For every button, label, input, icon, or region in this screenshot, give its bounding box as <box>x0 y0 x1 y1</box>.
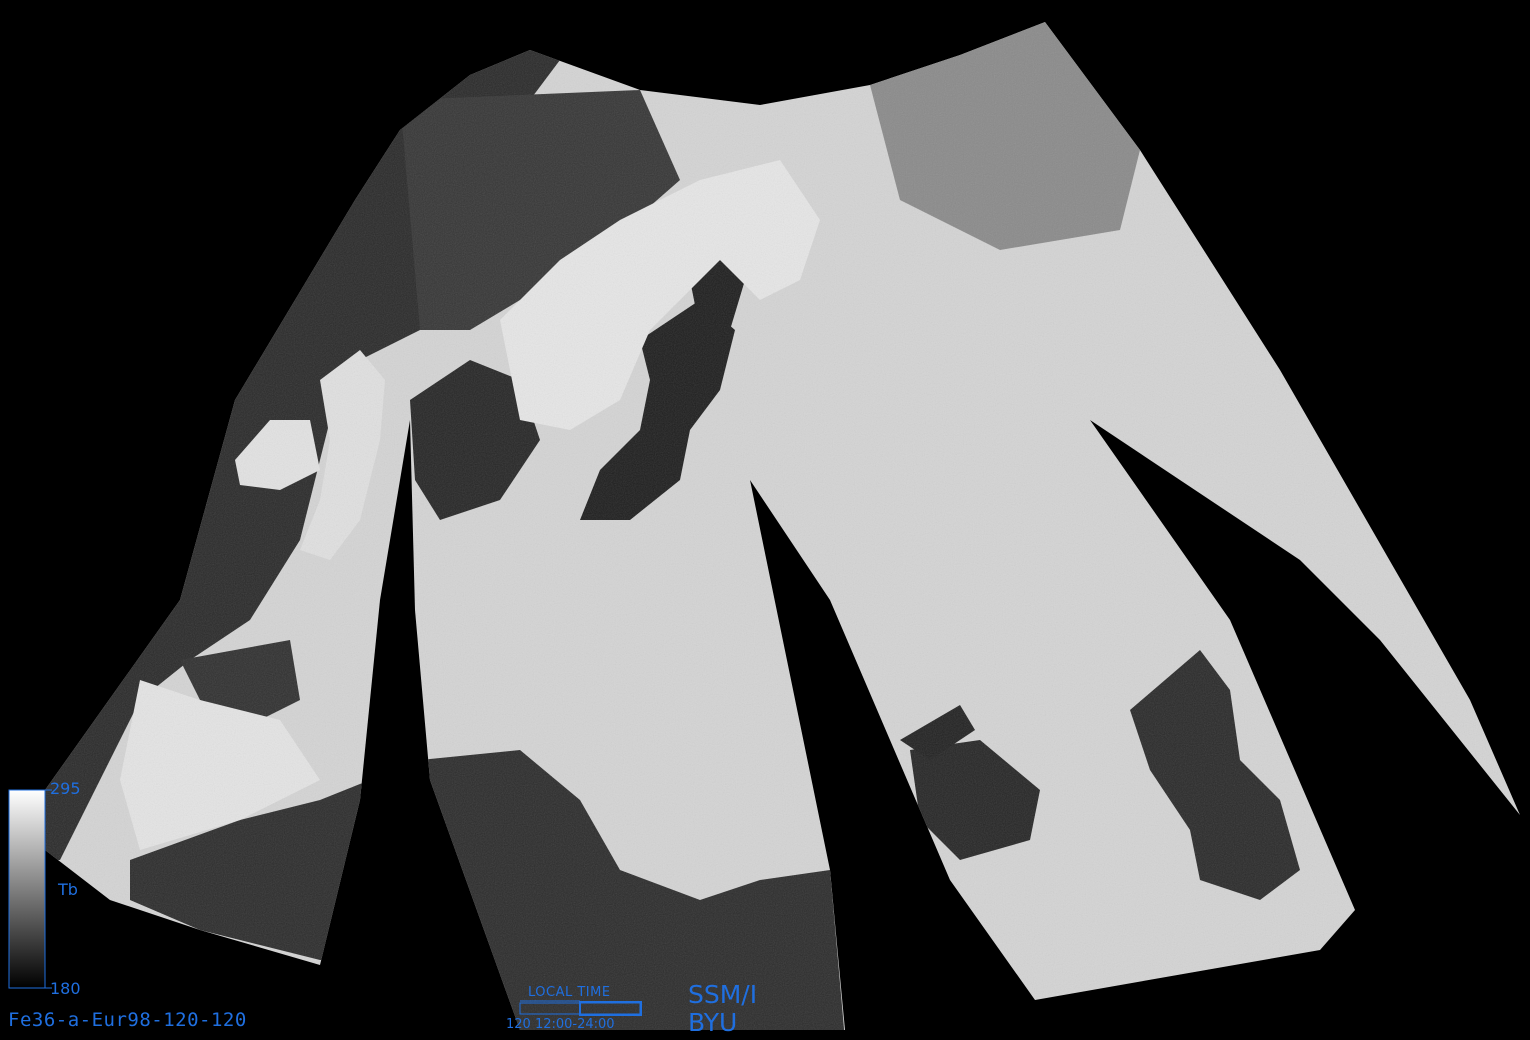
local-time-title: LOCAL TIME <box>528 985 611 1000</box>
local-time-range: 120 12:00-24:00 <box>506 1017 615 1032</box>
swath-imagery <box>45 22 1520 1030</box>
legend-min-label: 180 <box>50 979 81 998</box>
organization-label: BYU <box>688 1008 738 1037</box>
legend-max-label: 295 <box>50 779 81 798</box>
sensor-label: SSM/I <box>688 980 758 1009</box>
satellite-swath-map <box>8 22 1520 1030</box>
legend-variable-label: Tb <box>58 880 78 899</box>
product-id-label: Fe36-a-Eur98-120-120 <box>8 1009 247 1031</box>
legend-colorbar <box>8 789 46 989</box>
